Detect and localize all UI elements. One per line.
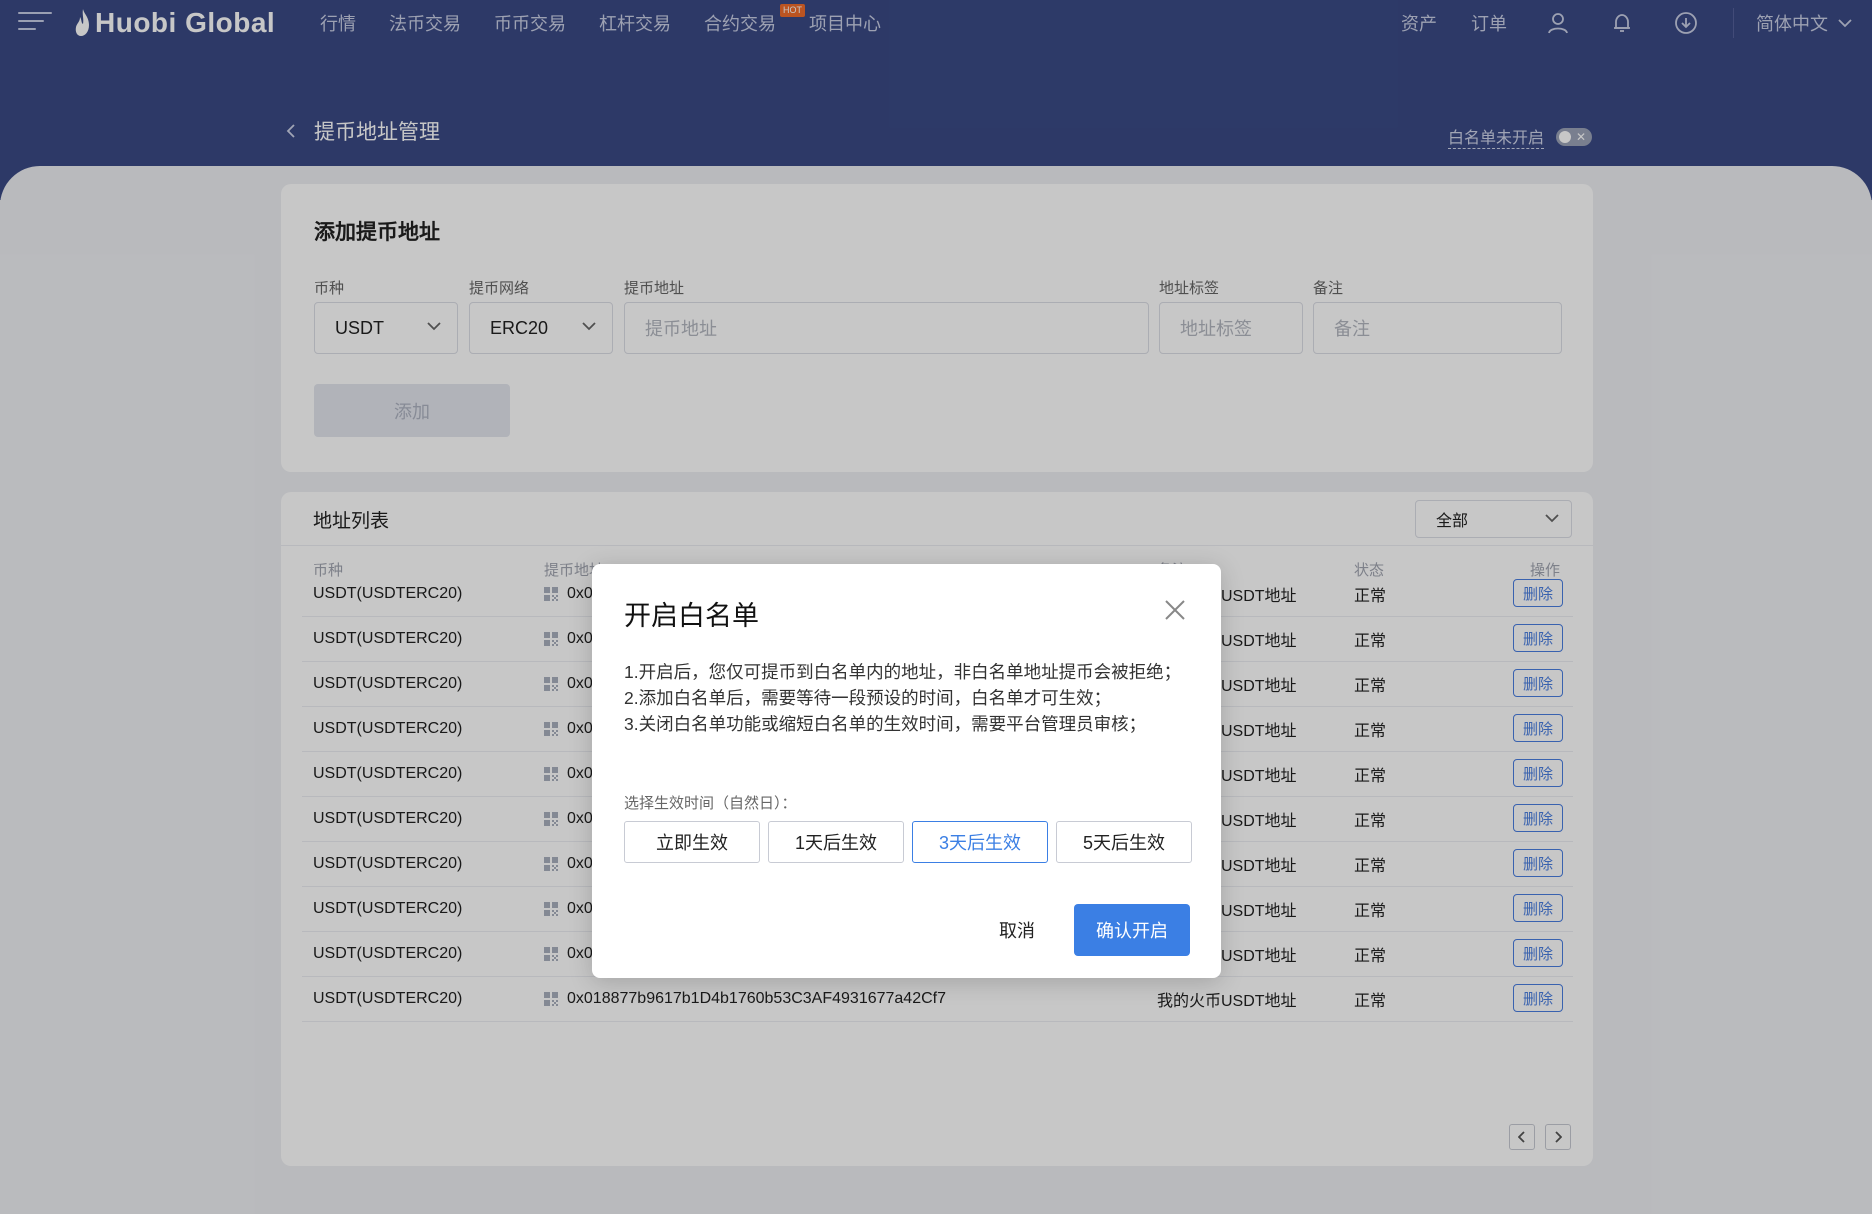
- cancel-button[interactable]: 取消: [972, 904, 1062, 956]
- effective-time-label: 选择生效时间（自然日）：: [624, 795, 797, 812]
- dialog-line-2: 2.添加白名单后，需要等待一段预设的时间，白名单才可生效；: [624, 688, 1112, 708]
- dialog-title: 开启白名单: [624, 601, 759, 631]
- confirm-enable-button[interactable]: 确认开启: [1074, 904, 1190, 956]
- effective-time-options: 立即生效 1天后生效 3天后生效 5天后生效: [624, 821, 1200, 863]
- enable-whitelist-dialog: 开启白名单 1.开启后，您仅可提币到白名单内的地址，非白名单地址提币会被拒绝； …: [592, 564, 1221, 978]
- dialog-line-1: 1.开启后，您仅可提币到白名单内的地址，非白名单地址提币会被拒绝；: [624, 662, 1182, 682]
- option-5-days[interactable]: 5天后生效: [1056, 821, 1192, 863]
- close-icon[interactable]: [1163, 598, 1187, 622]
- option-1-day[interactable]: 1天后生效: [768, 821, 904, 863]
- dialog-line-3: 3.关闭白名单功能或缩短白名单的生效时间，需要平台管理员审核；: [624, 714, 1147, 734]
- dialog-body: 1.开启后，您仅可提币到白名单内的地址，非白名单地址提币会被拒绝； 2.添加白名…: [624, 659, 1184, 737]
- option-immediate[interactable]: 立即生效: [624, 821, 760, 863]
- option-3-days[interactable]: 3天后生效: [912, 821, 1048, 863]
